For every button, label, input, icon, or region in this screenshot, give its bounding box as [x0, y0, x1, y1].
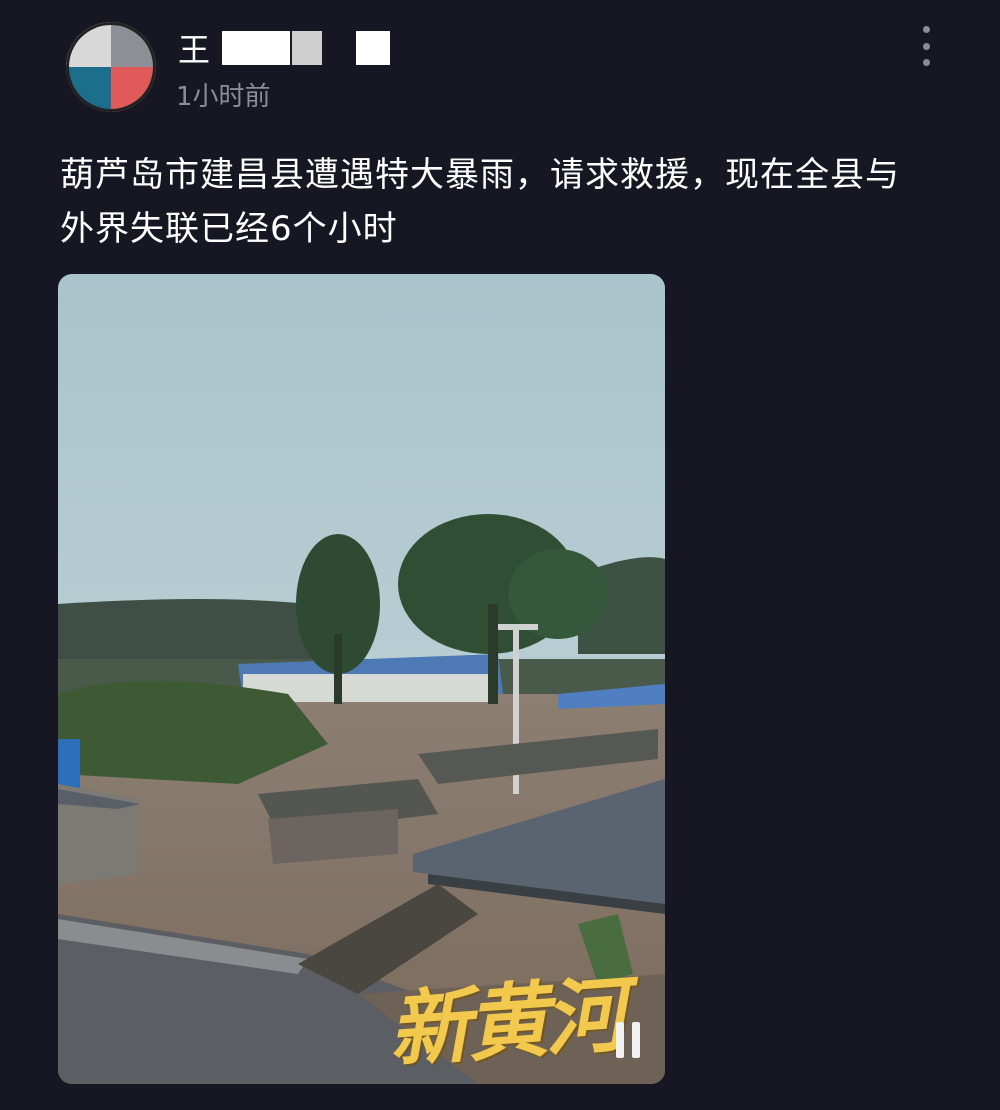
author-name[interactable]: 王	[178, 25, 391, 71]
more-vertical-icon[interactable]	[916, 26, 936, 66]
name-redaction	[222, 31, 291, 65]
name-redaction	[356, 31, 391, 65]
pause-icon[interactable]	[616, 1022, 640, 1058]
author-name-text[interactable]: 王	[178, 25, 210, 71]
post-time: 1小时前	[176, 82, 271, 112]
post-text: 葫芦岛市建昌县遭遇特大暴雨，请求救援，现在全县与 外界失联已经6个小时	[60, 148, 940, 256]
avatar[interactable]	[66, 22, 156, 112]
post-text-line: 外界失联已经6个小时	[60, 209, 398, 249]
post-text-line: 葫芦岛市建昌县遭遇特大暴雨，请求救援，现在全县与	[60, 155, 900, 195]
watermark: 新黄河	[385, 966, 626, 1080]
name-redaction	[292, 31, 323, 65]
